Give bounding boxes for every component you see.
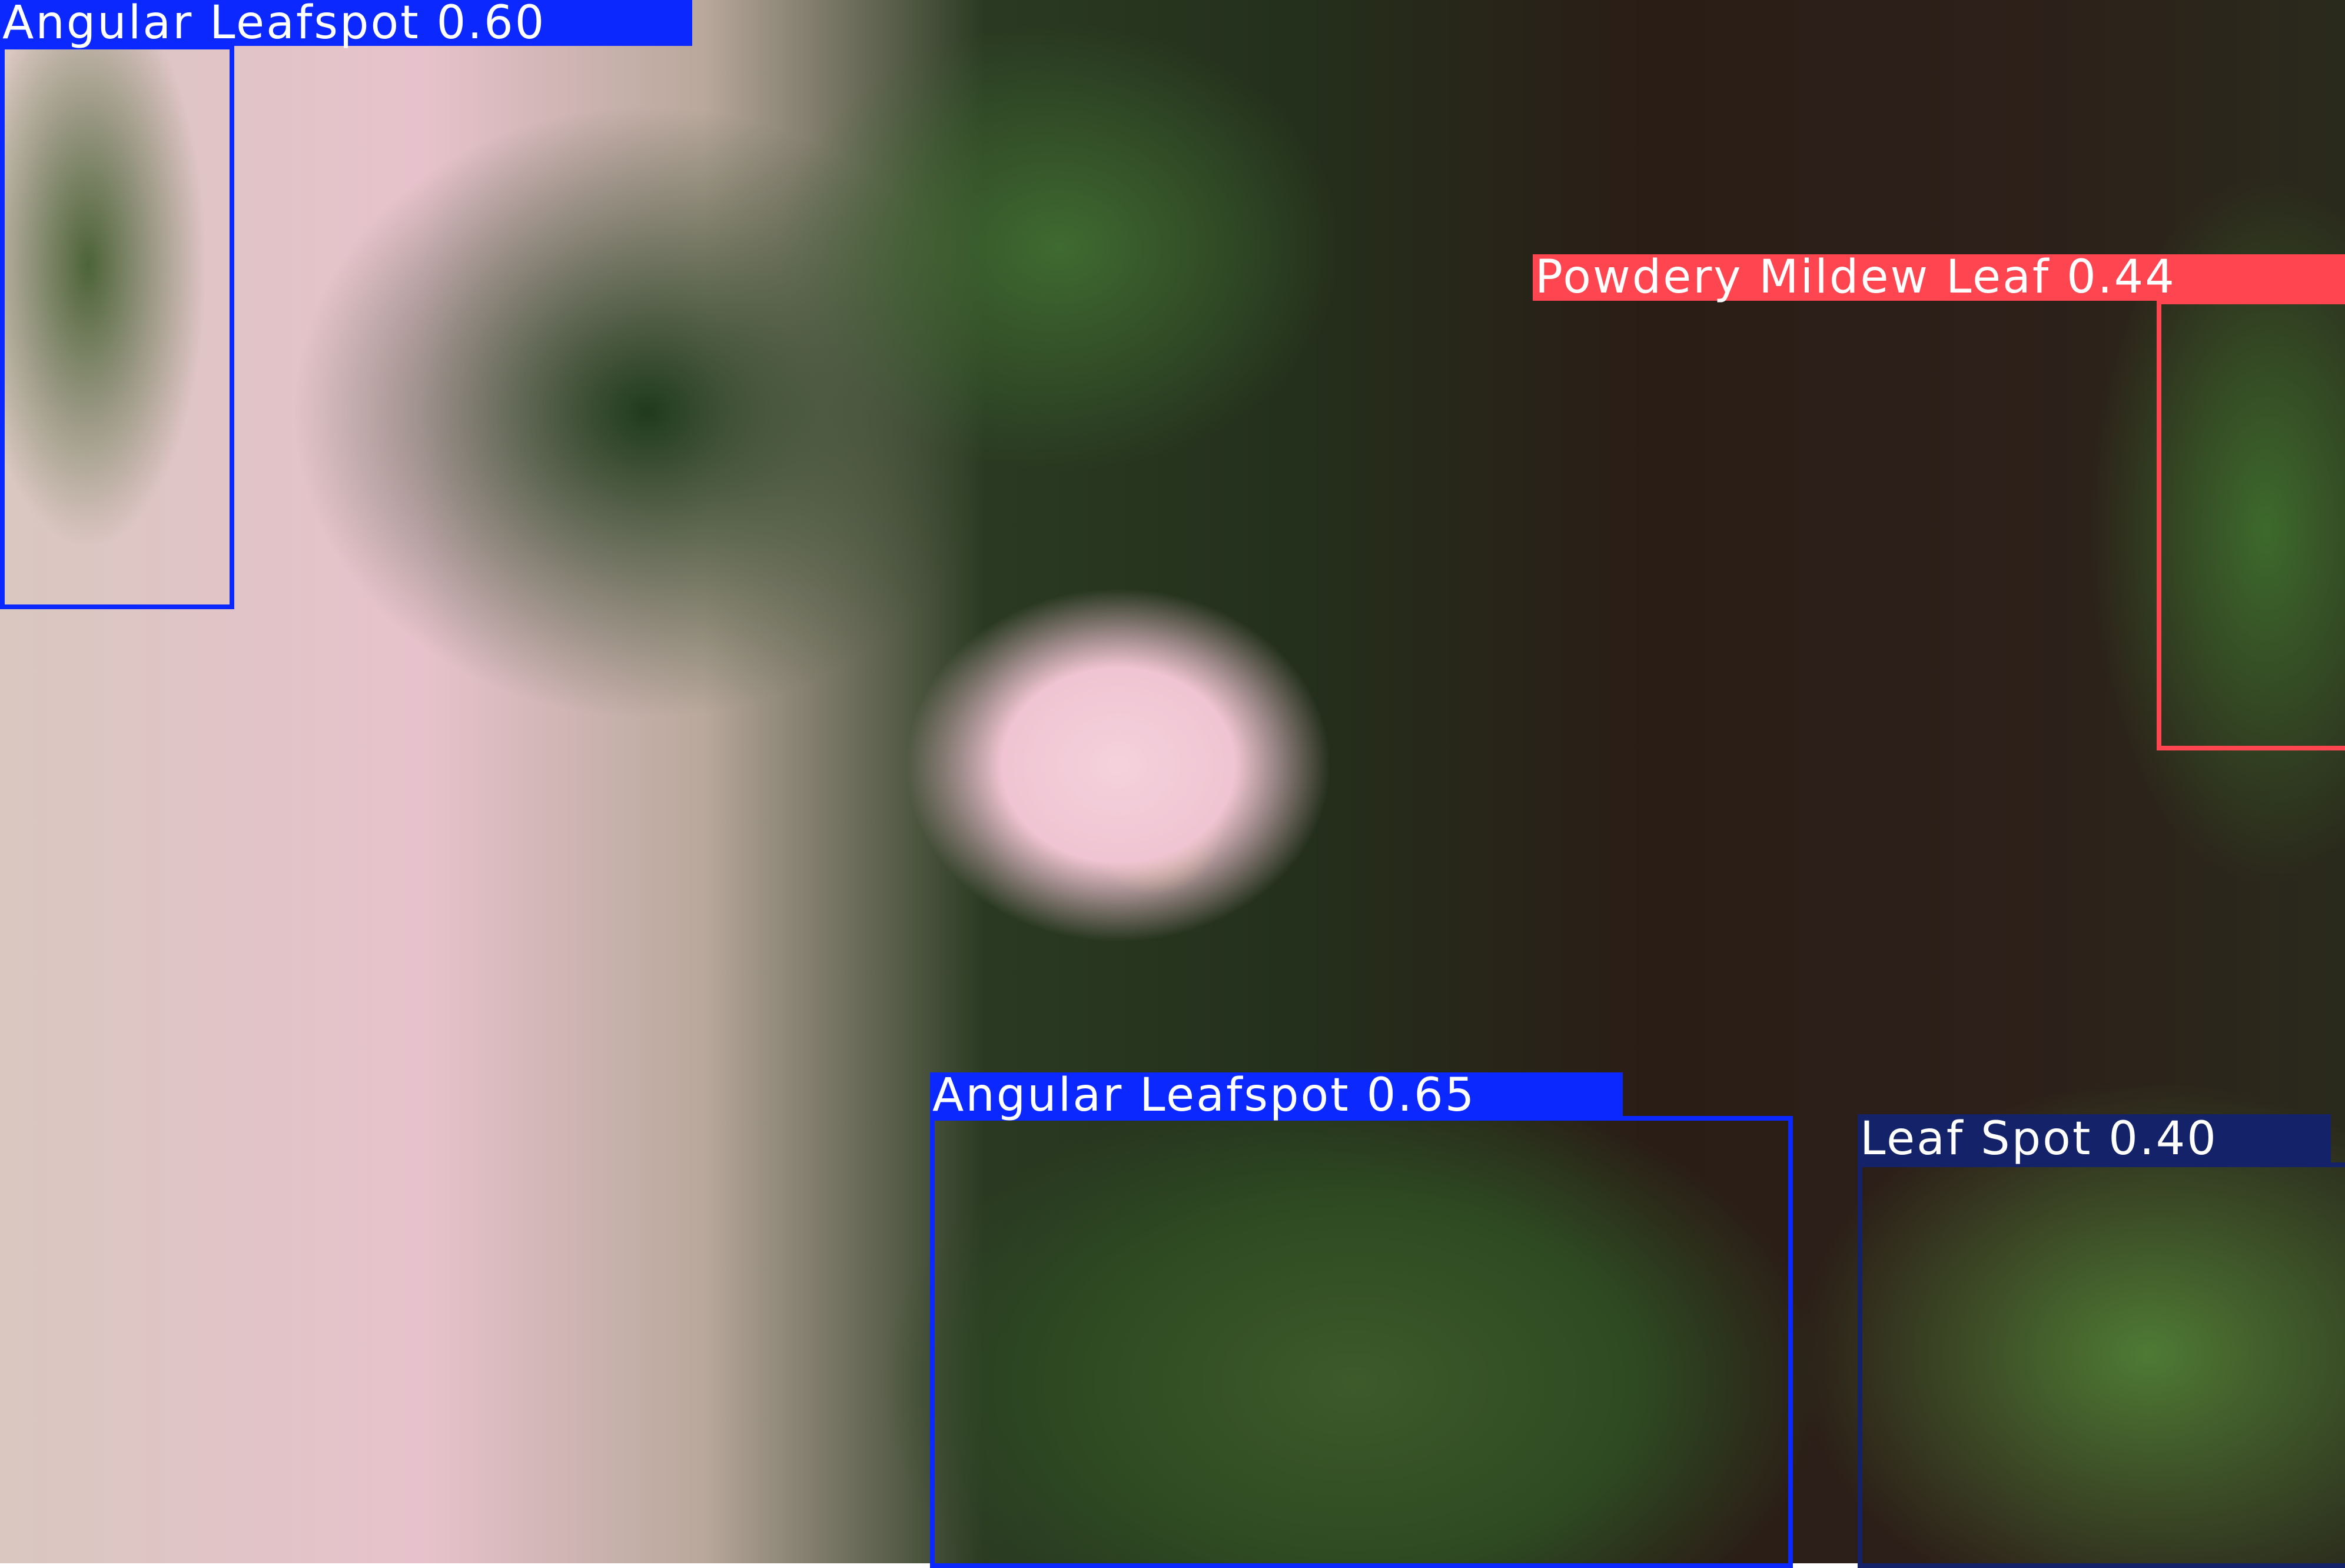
detection-label-leaf-spot: Leaf Spot 0.40 xyxy=(1858,1114,2331,1164)
detection-box-angular-leafspot-2 xyxy=(930,1116,1793,1568)
detection-label-angular-leafspot-1: Angular Leafspot 0.60 xyxy=(0,0,692,46)
detection-box-powdery-mildew-leaf xyxy=(2157,300,2345,750)
detection-box-leaf-spot xyxy=(1858,1162,2345,1568)
detection-box-angular-leafspot-1 xyxy=(0,45,234,609)
detection-label-angular-leafspot-2: Angular Leafspot 0.65 xyxy=(930,1072,1623,1118)
detection-label-powdery-mildew-leaf: Powdery Mildew Leaf 0.44 xyxy=(1533,254,2345,301)
